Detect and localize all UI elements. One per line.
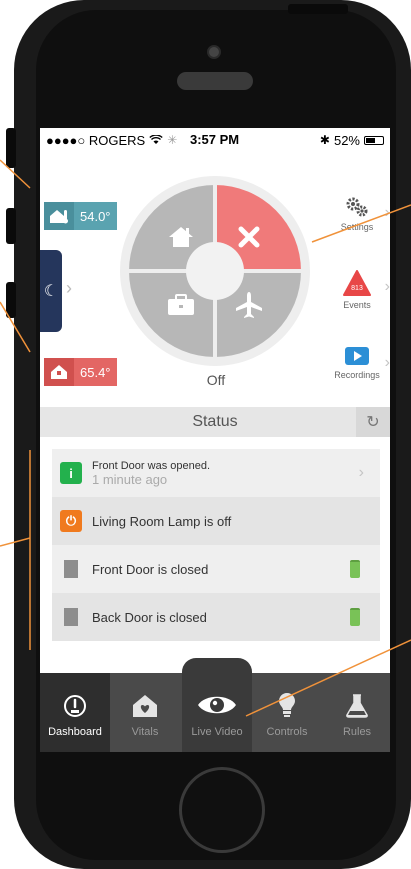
status-row-front-door: Front Door is closed [52,545,380,593]
outside-temp-value: 65.4° [80,364,111,380]
current-mode-label: Off [206,372,226,388]
refresh-icon[interactable]: ↻ [356,407,390,437]
battery-percent: 52% [333,132,360,148]
moon-icon: ☾ [43,283,59,300]
power-button [288,4,348,14]
status-row-lamp: ⏻ Living Room Lamp is off [52,497,380,545]
tab-label: Vitals [131,726,159,738]
house-sun-icon [44,358,74,386]
carrier-label: ●●●●○ ROGERS [46,132,146,148]
status-row-front-door-opened[interactable]: i Front Door was opened. 1 minute ago › [52,449,380,497]
events-label: Events [343,300,371,310]
tab-dashboard[interactable]: Dashboard [40,673,110,752]
bulb-icon [279,693,295,717]
status-title: Status [192,413,238,430]
app-screen: ●●●●○ ROGERS ✳ 3:57 PM ✱ 52% 54.0° ☾ › 6… [40,128,390,752]
door-icon [64,560,78,578]
events-count: 813 [351,285,363,292]
chevron-right-icon: › [384,204,390,221]
dashboard-panel: 54.0° ☾ › 65.4° Off Settings › 813 Event… [40,152,390,407]
recordings-button[interactable]: Recordings › [328,346,390,380]
mode-wheel-hub [186,242,244,300]
tab-label: Controls [266,726,308,738]
status-time: 1 minute ago [92,471,168,487]
bluetooth-icon: ✱ [319,133,330,147]
chevron-right-icon: › [384,354,390,371]
status-text: Front Door is closed [92,561,209,577]
ios-status-bar: ●●●●○ ROGERS ✳ 3:57 PM ✱ 52% [40,128,390,152]
battery-full-icon [350,560,360,578]
tab-label: Rules [342,726,372,738]
night-mode-tab[interactable]: ☾ [40,250,62,332]
eye-icon [198,696,236,714]
power-icon: ⏻ [60,510,82,532]
front-camera [207,45,221,59]
status-header: Status ↻ [40,407,390,437]
activity-spinner-icon: ✳ [167,133,178,147]
settings-button[interactable]: Settings › [328,196,390,232]
gauge-icon [64,695,86,717]
gears-icon [346,197,368,217]
wifi-icon [149,133,163,148]
inside-temp-value: 54.0° [80,208,111,224]
tab-vitals[interactable]: Vitals [110,673,180,752]
inside-temp-badge[interactable]: 54.0° [44,202,117,230]
info-icon: i [60,462,82,484]
warning-triangle-icon: 813 [343,270,371,296]
mode-wheel [120,176,310,366]
tab-rules[interactable]: Rules [322,673,390,752]
door-icon [64,608,78,626]
airplane-icon [236,292,262,318]
briefcase-icon [168,294,194,315]
earpiece-speaker [177,72,253,90]
tab-live-video[interactable]: Live Video [182,658,252,752]
tab-label: Dashboard [48,726,102,738]
status-text: Living Room Lamp is off [92,513,232,529]
close-icon [238,226,260,248]
battery-icon [364,135,384,145]
volume-down-button [6,282,16,318]
chevron-right-icon: › [358,464,364,481]
heart-house-icon [133,695,157,717]
flask-icon [346,694,368,718]
outside-temp-badge[interactable]: 65.4° [44,358,117,386]
home-button[interactable] [179,767,265,853]
status-list: i Front Door was opened. 1 minute ago › … [52,449,380,641]
battery-full-icon [350,608,360,626]
settings-label: Settings [340,222,374,232]
play-icon [345,347,369,365]
home-icon [169,227,193,247]
events-button[interactable]: 813 Events › [328,270,390,310]
tab-label: Live Video [191,726,243,738]
tab-bar: Dashboard Vitals Live Video Controls Rul… [40,658,390,752]
status-text: Back Door is closed [92,609,207,625]
status-text: Front Door was opened. [92,459,211,472]
clock: 3:57 PM [190,132,240,147]
mute-switch [6,128,16,168]
recordings-label: Recordings [334,370,380,380]
chevron-right-icon: › [384,278,390,295]
status-row-back-door: Back Door is closed [52,593,380,641]
chevron-right-icon[interactable]: › [66,278,72,299]
house-thermometer-icon [44,202,74,230]
tab-controls[interactable]: Controls [252,673,322,752]
volume-up-button [6,208,16,244]
